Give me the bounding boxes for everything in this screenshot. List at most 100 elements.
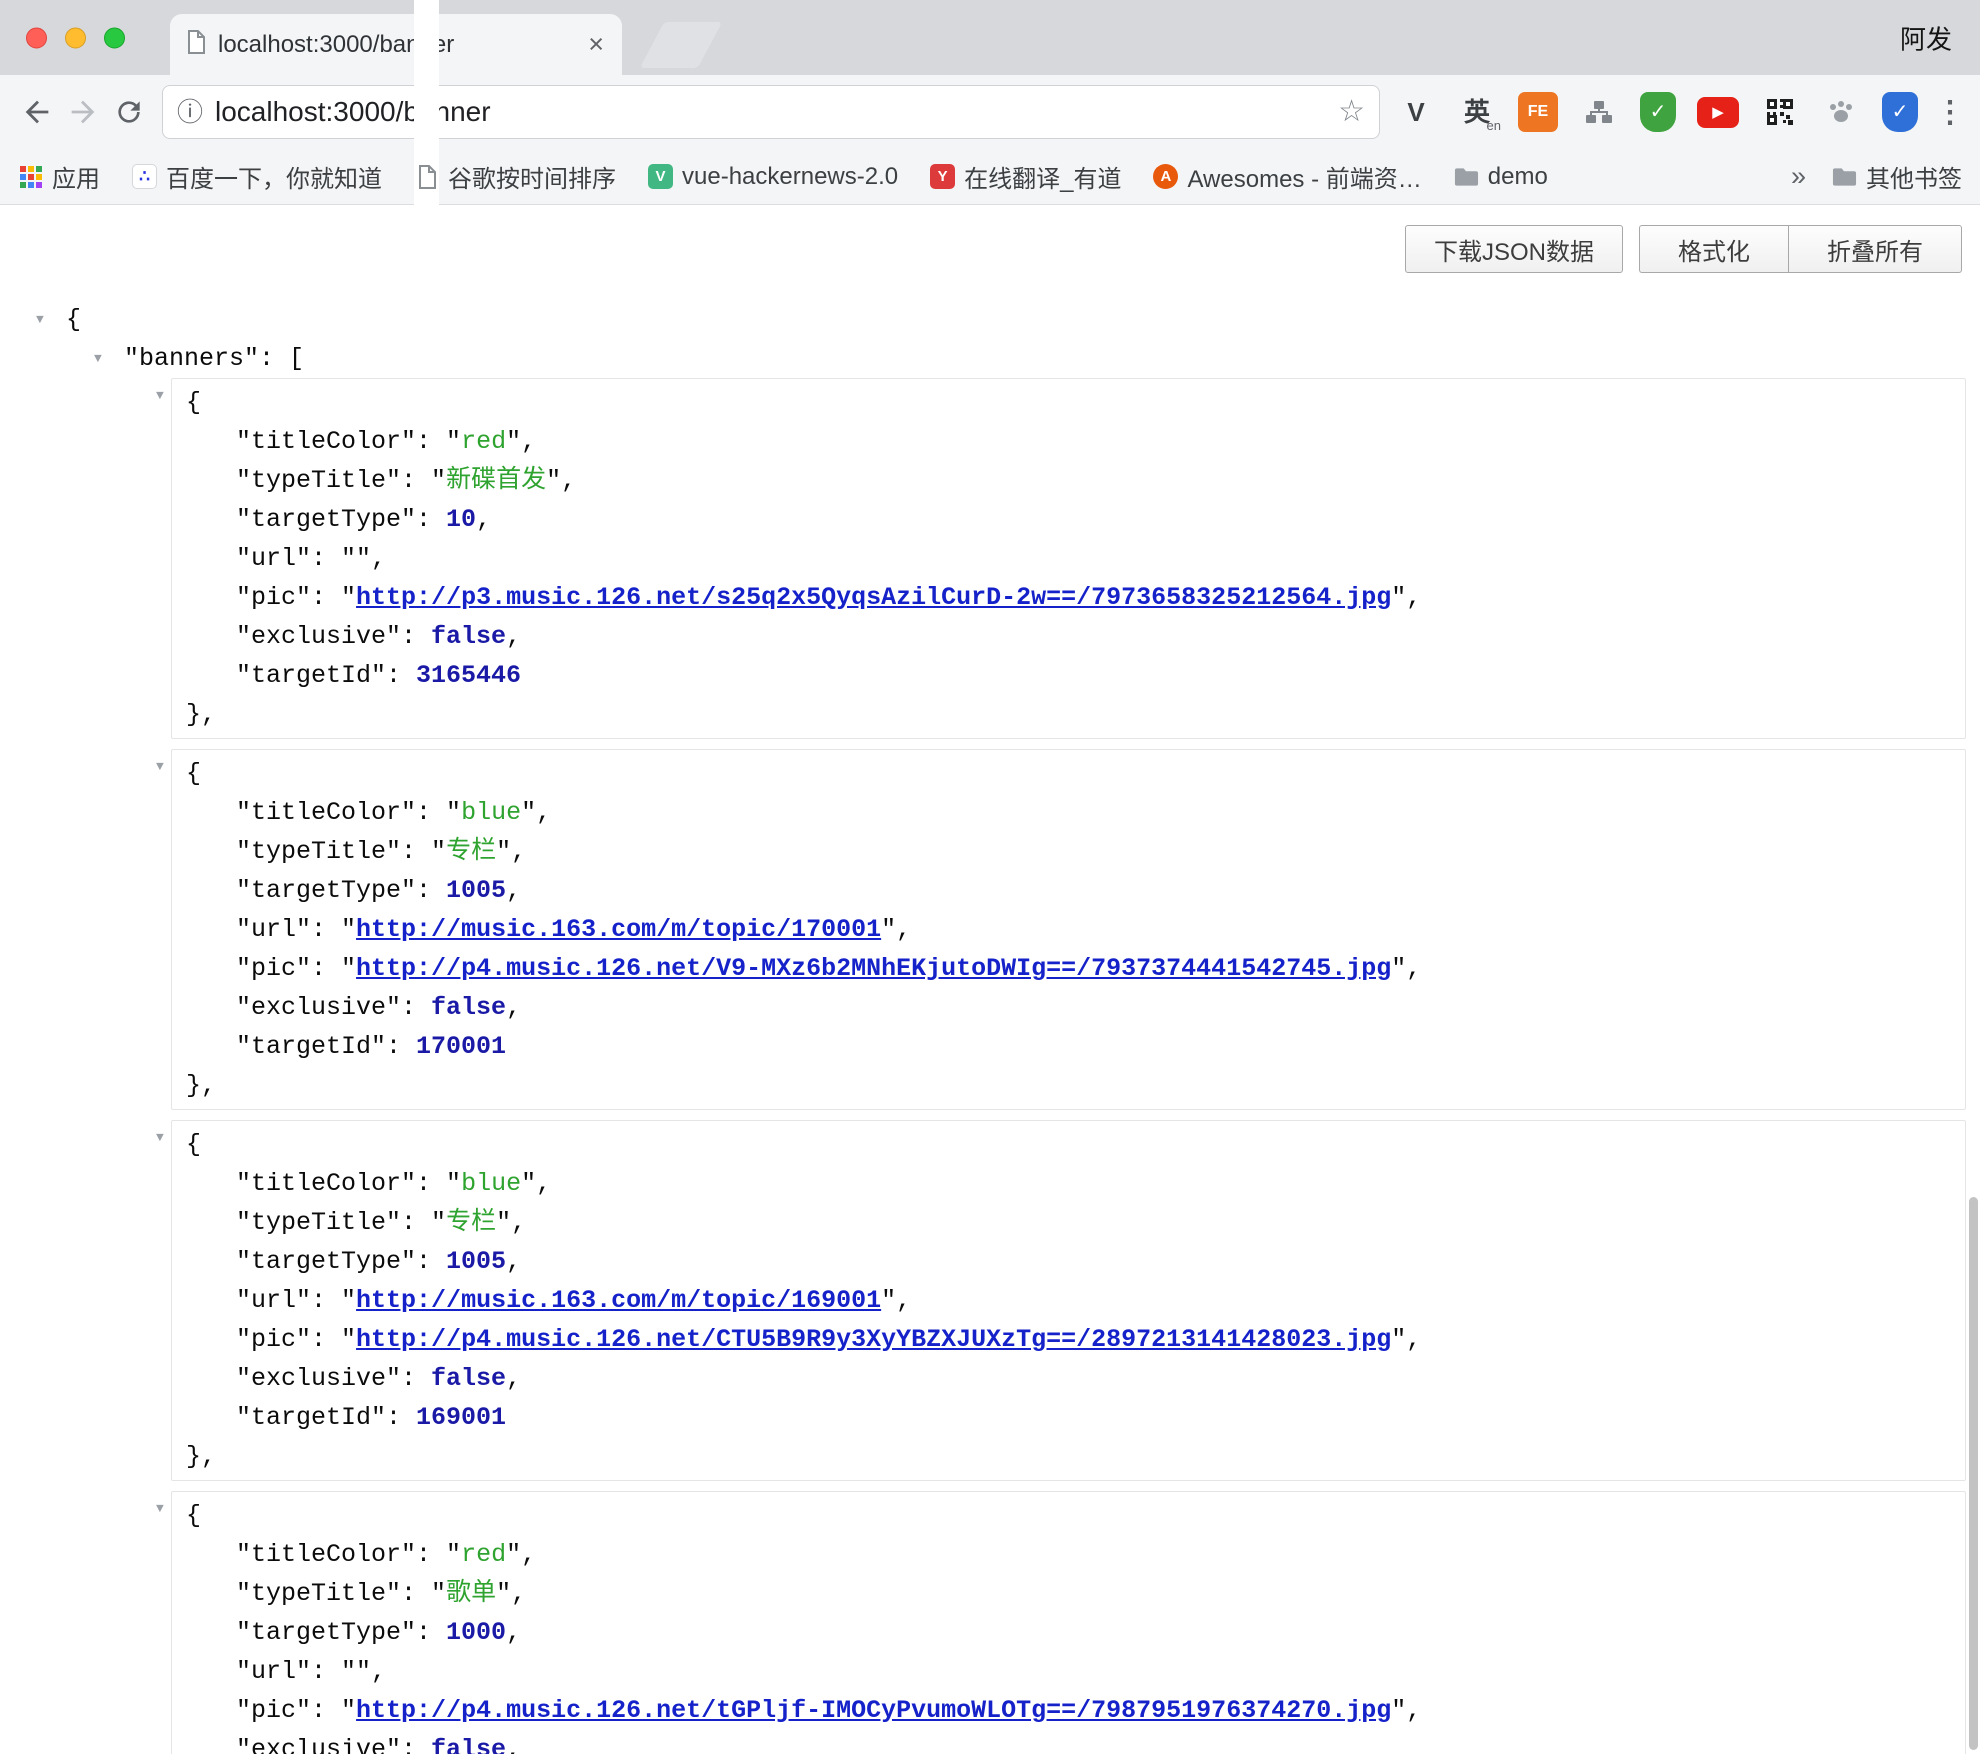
json-object: ▼{"titleColor": "red","typeTitle": "新碟首发…	[171, 378, 1966, 739]
json-field-line: "url": "",	[172, 539, 1965, 578]
baidu-icon: ∴	[132, 164, 157, 189]
json-line: },	[172, 695, 1965, 734]
json-field-line: "titleColor": "red",	[172, 422, 1965, 461]
json-field-line: "exclusive": false,	[172, 1730, 1965, 1754]
json-field-line: "exclusive": false,	[172, 617, 1965, 656]
json-line: {	[172, 1496, 1965, 1535]
json-actions: 下载JSON数据 格式化 折叠所有	[1405, 225, 1962, 273]
json-field-line: "titleColor": "blue",	[172, 793, 1965, 832]
json-field-line: "url": "http://music.163.com/m/topic/169…	[172, 1281, 1965, 1320]
bookmarks-bar: 应用 ∴百度一下，你就知道 谷歌按时间排序 Vvue-hackernews-2.0 Y在…	[0, 149, 1980, 205]
json-field-line: "pic": "http://p4.music.126.net/tGPljf-I…	[172, 1691, 1965, 1730]
awesomes-icon: A	[1153, 164, 1178, 189]
json-object: ▼{"titleColor": "blue","typeTitle": "专栏"…	[171, 1120, 1966, 1481]
new-tab-button[interactable]	[640, 22, 722, 68]
bookmark-label: vue-hackernews-2.0	[682, 163, 898, 191]
browser-tab[interactable]: localhost:3000/banner ×	[170, 14, 622, 75]
json-field-line: "titleColor": "blue",	[172, 1164, 1965, 1203]
format-collapse-group: 格式化 折叠所有	[1639, 225, 1962, 273]
json-field-line: "exclusive": false,	[172, 988, 1965, 1027]
json-field-line: "targetType": 10,	[172, 500, 1965, 539]
bookmarks-overflow-icon[interactable]: »	[1791, 163, 1806, 190]
bookmark-apps[interactable]: 应用	[18, 159, 100, 194]
profile-name[interactable]: 阿发	[1900, 19, 1952, 56]
extensions-row: V 英en FE ✓ ▶ ✓	[1396, 92, 1918, 132]
apps-grid-icon	[18, 164, 43, 189]
json-root-line: ▼{	[36, 300, 1966, 339]
bookmarks-right: » 其他书签	[1791, 159, 1962, 194]
json-field-line: "pic": "http://p4.music.126.net/V9-MXz6b…	[172, 949, 1965, 988]
tab-strip: localhost:3000/banner × 阿发	[0, 0, 1980, 75]
blue-shield-extension-icon[interactable]: ✓	[1882, 92, 1918, 132]
json-url-link[interactable]: http://p3.music.126.net/s25q2x5QyqsAzilC…	[356, 583, 1391, 612]
other-bookmarks-label: 其他书签	[1866, 159, 1962, 194]
json-url-link[interactable]: http://music.163.com/m/topic/169001	[356, 1286, 881, 1315]
paw-extension-icon[interactable]	[1821, 92, 1861, 132]
collapse-all-button[interactable]: 折叠所有	[1788, 225, 1962, 273]
translate-extension-icon[interactable]: 英en	[1457, 92, 1497, 132]
other-bookmarks-folder[interactable]: 其他书签	[1832, 159, 1962, 194]
json-tree: ▼{▼"banners": [▼{"titleColor": "red","ty…	[0, 205, 1980, 1754]
json-field-line: "pic": "http://p3.music.126.net/s25q2x5Q…	[172, 578, 1965, 617]
fehelper-extension-icon[interactable]: FE	[1518, 92, 1558, 132]
bookmark-label: 在线翻译_有道	[964, 159, 1121, 194]
json-field-line: "exclusive": false,	[172, 1359, 1965, 1398]
close-window-button[interactable]	[26, 27, 47, 48]
bookmark-label: Awesomes - 前端资…	[1187, 159, 1421, 194]
collapse-toggle-icon[interactable]: ▼	[36, 300, 66, 339]
youdao-icon: Y	[930, 164, 955, 189]
collapse-toggle-icon[interactable]: ▼	[156, 1501, 186, 1516]
json-field-line: "typeTitle": "专栏",	[172, 1203, 1965, 1242]
collapse-toggle-icon[interactable]: ▼	[156, 1130, 186, 1145]
green-shield-extension-icon[interactable]: ✓	[1640, 92, 1676, 132]
json-field-line: "url": "",	[172, 1652, 1965, 1691]
browser-window: localhost:3000/banner × 阿发 ⓘ localhost:3…	[0, 0, 1980, 1754]
vue-icon: V	[648, 164, 673, 189]
download-json-button[interactable]: 下载JSON数据	[1405, 225, 1623, 273]
tab-title: localhost:3000/banner	[218, 31, 586, 59]
json-field-line: "pic": "http://p4.music.126.net/CTU5B9R9…	[172, 1320, 1965, 1359]
json-line: },	[172, 1066, 1965, 1105]
bookmark-label: 谷歌按时间排序	[448, 159, 616, 194]
collapse-toggle-icon[interactable]: ▼	[94, 339, 124, 378]
json-field-line: "targetType": 1005,	[172, 1242, 1965, 1281]
youtube-extension-icon[interactable]: ▶	[1697, 97, 1739, 128]
v-extension-icon[interactable]: V	[1396, 92, 1436, 132]
bookmark-awesomes[interactable]: A Awesomes - 前端资…	[1153, 159, 1421, 194]
browser-menu-icon[interactable]: ⋮	[1934, 89, 1966, 135]
json-field-line: "targetId": 170001	[172, 1027, 1965, 1066]
json-field-line: "typeTitle": "新碟首发",	[172, 461, 1965, 500]
json-field-line: "targetId": 169001	[172, 1398, 1965, 1437]
json-url-link[interactable]: http://p4.music.126.net/CTU5B9R9y3XyYBZX…	[356, 1325, 1391, 1354]
json-field-line: "url": "http://music.163.com/m/topic/170…	[172, 910, 1965, 949]
json-field-line: "targetId": 3165446	[172, 656, 1965, 695]
json-line: {	[172, 1125, 1965, 1164]
page-content: 下载JSON数据 格式化 折叠所有 ▼{▼"banners": [▼{"titl…	[0, 205, 1980, 1754]
json-url-link[interactable]: http://p4.music.126.net/tGPljf-IMOCyPvum…	[356, 1696, 1391, 1725]
bookmark-label: 应用	[52, 159, 100, 194]
bookmark-demo[interactable]: demo	[1454, 163, 1548, 191]
json-field-line: "typeTitle": "专栏",	[172, 832, 1965, 871]
minimize-window-button[interactable]	[65, 27, 86, 48]
scrollbar[interactable]	[1969, 1197, 1978, 1750]
bookmark-label: demo	[1488, 163, 1548, 191]
collapse-toggle-icon[interactable]: ▼	[156, 388, 186, 403]
json-field-line: "targetType": 1005,	[172, 871, 1965, 910]
bookmark-baidu[interactable]: ∴百度一下，你就知道	[132, 159, 382, 194]
window-controls	[26, 27, 143, 48]
bookmark-youdao-translate[interactable]: Y 在线翻译_有道	[930, 159, 1121, 194]
orgchart-extension-icon[interactable]	[1579, 92, 1619, 132]
json-field-line: "typeTitle": "歌单",	[172, 1574, 1965, 1613]
qrcode-extension-icon[interactable]	[1760, 92, 1800, 132]
json-url-link[interactable]: http://p4.music.126.net/V9-MXz6b2MNhEKju…	[356, 954, 1391, 983]
format-button[interactable]: 格式化	[1639, 225, 1788, 273]
collapse-toggle-icon[interactable]: ▼	[156, 759, 186, 774]
folder-icon	[1454, 164, 1479, 189]
folder-icon	[1832, 164, 1857, 189]
json-field-line: "targetType": 1000,	[172, 1613, 1965, 1652]
json-url-link[interactable]: http://music.163.com/m/topic/170001	[356, 915, 881, 944]
fullscreen-window-button[interactable]	[104, 27, 125, 48]
json-object: ▼{"titleColor": "blue","typeTitle": "专栏"…	[171, 749, 1966, 1110]
bookmark-vue-hackernews[interactable]: Vvue-hackernews-2.0	[648, 163, 898, 191]
tab-close-icon[interactable]: ×	[586, 31, 606, 58]
